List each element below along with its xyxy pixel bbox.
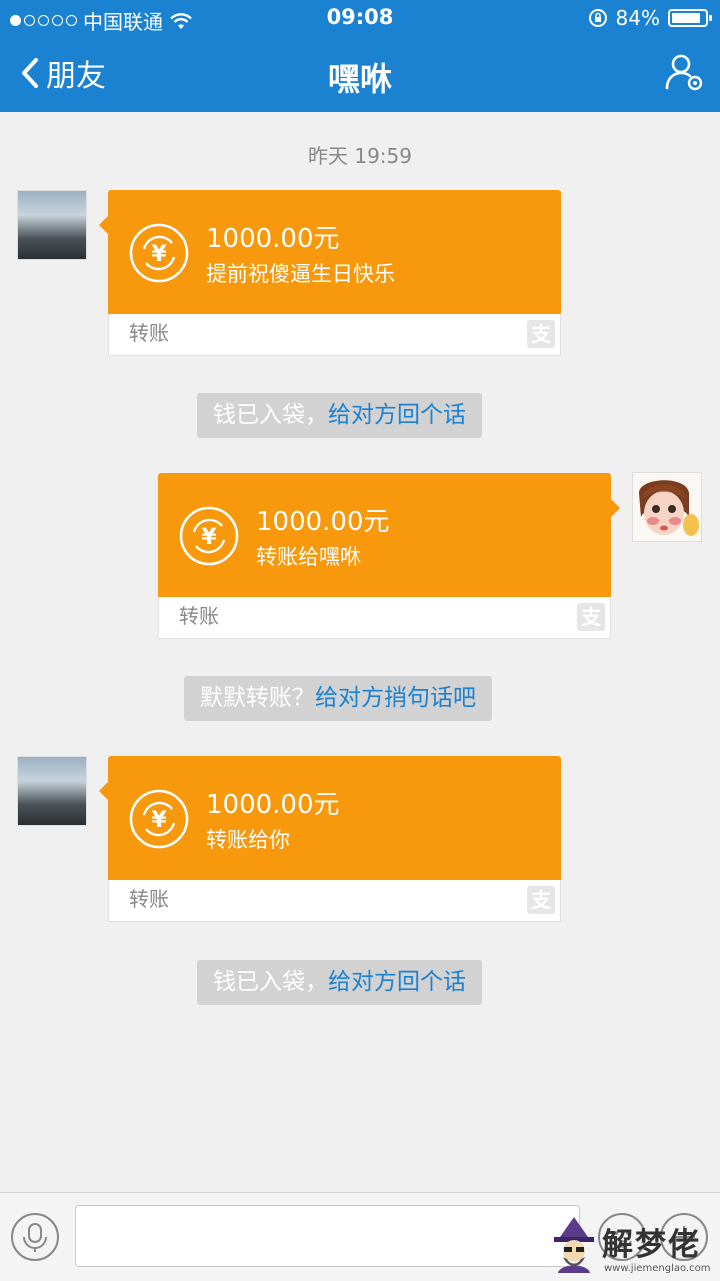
reply-link[interactable]: 给对方回个话 (328, 402, 466, 428)
message-input-bar: 解梦佬 www.jiemenglao.com (0, 1192, 720, 1281)
transfer-card[interactable]: ¥ 1000.00元 提前祝傻逼生日快乐 转账 支 (99, 190, 561, 356)
transfer-amount: 1000.00元 (206, 790, 340, 820)
transfer-coin-icon: ¥ (129, 789, 189, 849)
site-watermark: 解梦佬 www.jiemenglao.com (548, 1215, 718, 1279)
transfer-card-body: ¥ 1000.00元 转账给嘿咻 (158, 473, 620, 597)
rotation-lock-icon (588, 9, 607, 27)
transfer-card-footer: 转账 支 (158, 597, 611, 639)
wizard-logo (554, 1217, 594, 1273)
transfer-type-label: 转账 (129, 887, 169, 911)
transfer-card-body: ¥ 1000.00元 提前祝傻逼生日快乐 (99, 190, 561, 314)
reply-link[interactable]: 给对方回个话 (328, 969, 466, 995)
notice-text: 钱已入袋， (213, 969, 328, 995)
svg-text:¥: ¥ (151, 242, 167, 267)
transfer-card-footer: 转账 支 (108, 880, 561, 922)
bubble-tail (611, 499, 620, 517)
voice-input-button[interactable] (11, 1213, 59, 1261)
transfer-card[interactable]: ¥ 1000.00元 转账给你 转账 支 (99, 756, 561, 922)
system-notice: 钱已入袋，给对方回个话 (197, 960, 482, 1005)
notice-text: 默默转账？ (200, 685, 315, 711)
avatar[interactable] (17, 190, 87, 260)
battery-percentage: 84% (615, 6, 660, 30)
microphone-icon (23, 1223, 47, 1252)
transfer-card-footer: 转账 支 (108, 314, 561, 356)
transfer-card[interactable]: ¥ 1000.00元 转账给嘿咻 转账 支 (158, 473, 620, 639)
status-right: 84% (588, 6, 712, 30)
svg-text:¥: ¥ (151, 808, 167, 833)
reply-link[interactable]: 给对方捎句话吧 (315, 685, 476, 711)
transfer-card-body: ¥ 1000.00元 转账给你 (99, 756, 561, 880)
transfer-coin-icon: ¥ (129, 223, 189, 283)
transfer-amount: 1000.00元 (206, 224, 340, 254)
message-input[interactable] (75, 1205, 580, 1267)
transfer-memo: 提前祝傻逼生日快乐 (206, 262, 395, 286)
watermark-url: www.jiemenglao.com (604, 1263, 711, 1274)
transfer-type-label: 转账 (179, 604, 219, 628)
avatar[interactable] (632, 472, 702, 542)
status-bar: 中国联通 09:08 84% (0, 0, 720, 38)
page-title: 嘿咻 (327, 60, 392, 98)
transfer-memo: 转账给你 (206, 828, 290, 852)
transfer-coin-icon: ¥ (179, 506, 239, 566)
notice-text: 钱已入袋， (213, 402, 328, 428)
bubble-tail (99, 782, 108, 800)
avatar[interactable] (17, 756, 87, 826)
alipay-icon: 支 (527, 320, 555, 348)
system-notice: 钱已入袋，给对方回个话 (197, 393, 482, 438)
contact-settings-button[interactable] (664, 52, 706, 94)
avatar-face-image (633, 473, 701, 541)
transfer-amount: 1000.00元 (256, 507, 390, 537)
user-settings-icon (665, 54, 703, 91)
transfer-type-label: 转账 (129, 321, 169, 345)
system-notice: 默默转账？给对方捎句话吧 (184, 676, 492, 721)
battery-icon (668, 9, 712, 27)
app-header: 中国联通 09:08 84% 朋友 嘿咻 (0, 0, 720, 112)
svg-text:¥: ¥ (201, 525, 217, 550)
chat-timestamp: 昨天 19:59 (308, 144, 412, 168)
watermark-text: 解梦佬 (602, 1227, 701, 1263)
alipay-icon: 支 (577, 603, 605, 631)
transfer-memo: 转账给嘿咻 (256, 545, 361, 569)
alipay-icon: 支 (527, 886, 555, 914)
bubble-tail (99, 216, 108, 234)
